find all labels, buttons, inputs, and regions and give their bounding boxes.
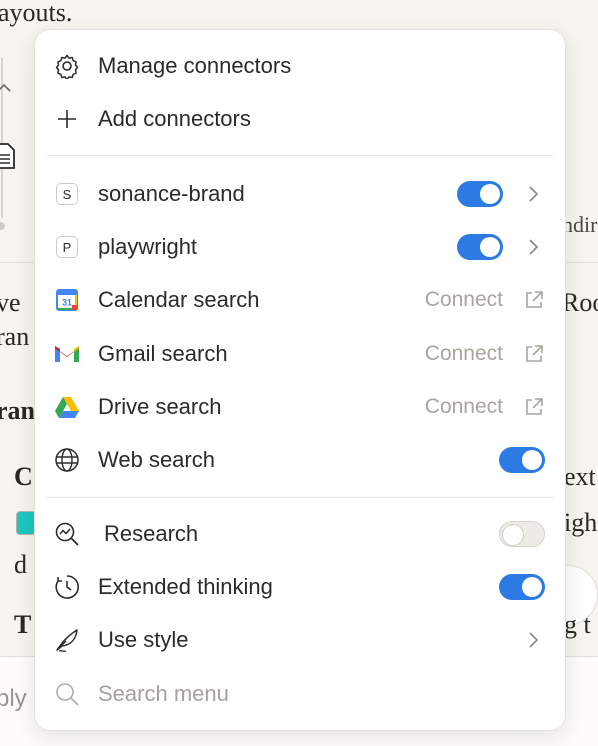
connect-button[interactable]: Connect [425, 288, 503, 312]
add-connectors-item[interactable]: Add connectors [35, 96, 565, 142]
menu-divider [47, 155, 553, 156]
bg-right-fragment-1: ndir [562, 212, 598, 237]
web-search-item[interactable]: Web search [35, 437, 565, 483]
bg-left-fragment-4: C [14, 462, 33, 491]
extended-thinking-item[interactable]: Extended thinking [35, 564, 565, 610]
bg-left-fragment-2: ran [0, 322, 30, 351]
search-icon [53, 680, 81, 708]
bg-right-fragment-5: g t [564, 610, 591, 639]
bg-top-text: ayouts. [0, 0, 73, 27]
connect-button[interactable]: Connect [425, 395, 503, 419]
calendar-badge-number: 31 [62, 298, 72, 308]
connector-item-playwright[interactable]: P playwright [35, 224, 565, 270]
web-search-label: Web search [98, 447, 215, 472]
google-drive-icon [53, 393, 81, 421]
bg-right-fragment-3: ext [564, 462, 596, 491]
connector-badge: S [53, 180, 81, 208]
bg-left-fragment-6: T [14, 610, 32, 639]
plus-icon [53, 105, 81, 133]
clock-icon [53, 573, 81, 601]
research-icon [53, 520, 81, 548]
integration-label: Calendar search [98, 287, 260, 312]
gear-icon [53, 52, 81, 80]
globe-icon [53, 446, 81, 474]
chevron-right-icon [529, 632, 539, 648]
integration-label: Drive search [98, 394, 222, 419]
bg-dot [0, 222, 5, 230]
use-style-item[interactable]: Use style [35, 617, 565, 663]
letter-badge-s: S [56, 183, 78, 205]
chevron-up-icon [0, 80, 12, 101]
connector-badge: P [53, 233, 81, 261]
add-connectors-label: Add connectors [98, 106, 251, 131]
gmail-icon [53, 340, 81, 368]
connector-item-sonance-brand[interactable]: S sonance-brand [35, 171, 565, 217]
menu-divider [47, 497, 553, 498]
web-search-toggle[interactable] [499, 447, 545, 473]
playwright-toggle[interactable] [457, 234, 503, 260]
sonance-brand-toggle[interactable] [457, 181, 503, 207]
manage-connectors-item[interactable]: Manage connectors [35, 43, 565, 89]
bg-right-fragment-4: igh [564, 508, 598, 537]
chevron-right-icon[interactable] [523, 237, 543, 257]
integration-item-calendar[interactable]: 31 Calendar search Connect [35, 277, 565, 323]
letter-badge-p: P [56, 236, 78, 258]
bg-color-chip [16, 511, 36, 535]
google-calendar-icon: 31 [53, 286, 81, 314]
use-style-label: Use style [98, 627, 189, 652]
bg-left-fragment-1: ve [0, 288, 21, 317]
external-link-icon [526, 398, 543, 415]
research-label: Research [104, 521, 199, 546]
research-item[interactable]: Research [35, 511, 565, 557]
extended-thinking-label: Extended thinking [98, 574, 273, 599]
external-link-icon [526, 345, 543, 362]
external-link-icon [526, 291, 543, 308]
connector-label: playwright [98, 234, 198, 259]
manage-connectors-label: Manage connectors [98, 53, 292, 78]
bg-left-fragment-5: d [14, 550, 27, 579]
integration-item-drive[interactable]: Drive search Connect [35, 384, 565, 430]
tools-menu: Manage connectors Add connectors S sonan… [34, 29, 566, 731]
search-menu-input[interactable]: Search menu [98, 681, 229, 707]
bg-left-fragment-3: ran [0, 396, 35, 425]
connect-button[interactable]: Connect [425, 342, 503, 366]
connector-label: sonance-brand [98, 181, 245, 206]
bg-footer-fragment: ply [0, 685, 27, 712]
document-icon [0, 142, 16, 175]
chevron-right-icon[interactable] [523, 184, 543, 204]
integration-label: Gmail search [98, 341, 228, 366]
search-menu-row[interactable]: Search menu [35, 671, 565, 717]
research-toggle[interactable] [499, 521, 545, 547]
bg-right-fragment-2: Roo [562, 288, 598, 317]
integration-item-gmail[interactable]: Gmail search Connect [35, 331, 565, 377]
extended-thinking-toggle[interactable] [499, 574, 545, 600]
quill-icon [53, 626, 81, 654]
